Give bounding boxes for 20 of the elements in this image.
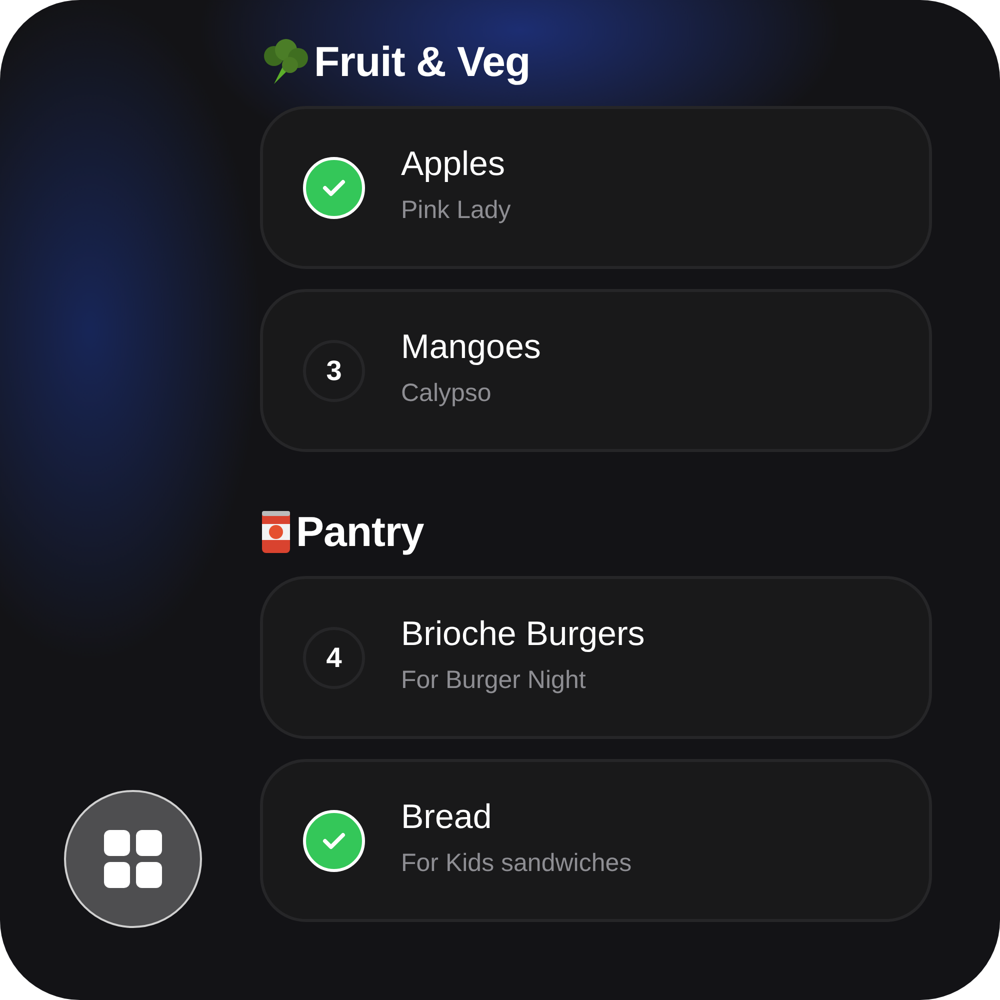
section-title: Pantry (296, 508, 424, 556)
count-badge[interactable]: 4 (303, 626, 365, 688)
checkmark-icon (322, 830, 346, 850)
item-name: Bread (401, 798, 493, 836)
item-note: Pink Lady (401, 196, 511, 224)
item-note: Calypso (401, 378, 492, 408)
item-card[interactable]: 3 Mangoes Calypso (260, 289, 932, 452)
grid-icon (104, 830, 162, 888)
item-card[interactable]: 4 Brioche Burgers For Burger Night (260, 576, 932, 739)
count-badge[interactable]: 3 (303, 340, 365, 402)
item-note: For Kids sandwiches (401, 848, 632, 878)
item-name: Mangoes (401, 328, 541, 366)
section-title: Fruit & Veg (314, 38, 530, 86)
item-card[interactable]: Apples Pink Lady (260, 106, 932, 269)
item-note: For Burger Night (401, 666, 587, 694)
item-card[interactable]: Bread For Kids sandwiches (260, 759, 932, 922)
checkmark-icon (322, 178, 346, 198)
can-icon (260, 509, 292, 555)
item-name: Brioche Burgers (401, 614, 645, 654)
item-name: Apples (401, 144, 506, 184)
